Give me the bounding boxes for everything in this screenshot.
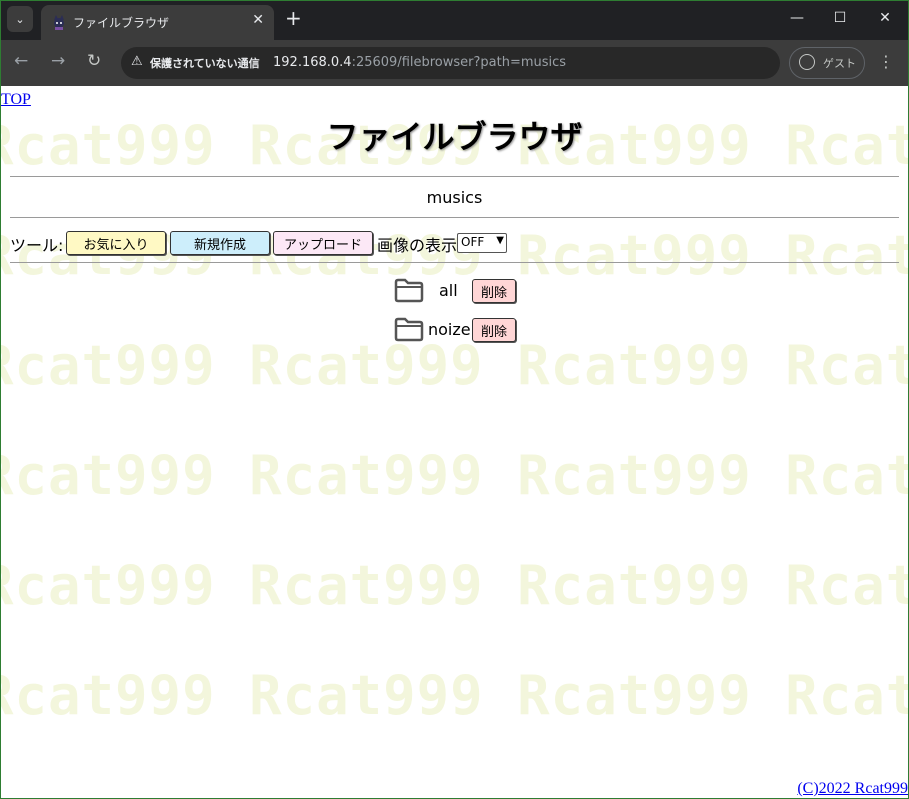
minimize-icon[interactable]: — [787,10,807,26]
profile-button[interactable]: ゲスト [789,47,865,79]
security-warning[interactable]: 保護されていない通信 [150,55,260,71]
delete-button[interactable]: 削除 [472,318,516,342]
address-bar[interactable]: ⚠ 保護されていない通信 192.168.0.4:25609/filebrows… [121,47,780,79]
image-display-label: 画像の表示 [377,236,458,255]
close-tab-icon[interactable]: ✕ [252,12,264,28]
back-icon[interactable]: ← [14,53,28,70]
watermark-row: Rcat999 Rcat999 Rcat999 Rcat999 Rcat999 [1,554,908,617]
close-window-icon[interactable]: ✕ [875,10,895,26]
divider [10,262,899,263]
folder-name[interactable]: noize [428,320,471,339]
folder-icon[interactable] [394,277,424,303]
cat-favicon-icon [54,15,64,30]
list-item: noize 削除 [394,316,524,344]
image-display-select[interactable]: OFF ▼ [457,233,507,253]
chevron-down-icon: ▼ [496,235,504,246]
browser-tab[interactable]: ファイルブラウザ ✕ [41,5,274,40]
profile-icon [799,54,815,70]
new-button[interactable]: 新規作成 [170,231,270,255]
forward-icon[interactable]: → [51,53,65,70]
watermark-row: Rcat999 Rcat999 Rcat999 Rcat999 Rcat999 [1,444,908,507]
warning-icon: ⚠ [131,54,143,69]
reload-icon[interactable]: ↻ [87,53,101,70]
title-bar: ⌄ ファイルブラウザ ✕ + — ☐ ✕ [0,0,909,40]
favorite-button[interactable]: お気に入り [66,231,166,255]
profile-label: ゲスト [823,57,856,70]
page-content: Rcat999 Rcat999 Rcat999 Rcat999 Rcat999 … [1,86,908,798]
tab-title: ファイルブラウザ [73,16,170,30]
browser-toolbar: ← → ↻ ⚠ 保護されていない通信 192.168.0.4:25609/fil… [0,40,909,86]
chevron-down-icon: ⌄ [15,12,25,26]
url-text[interactable]: 192.168.0.4:25609/filebrowser?path=music… [273,55,566,70]
url-path: :25609/filebrowser?path=musics [351,55,567,70]
new-tab-button[interactable]: + [285,8,302,28]
menu-icon[interactable]: ⋮ [878,52,894,71]
divider [10,176,899,177]
copyright-link[interactable]: (C)2022 Rcat999 [797,780,908,798]
folder-name[interactable]: all [439,281,458,300]
divider [10,217,899,218]
delete-button[interactable]: 削除 [472,279,516,303]
list-item: all 削除 [394,277,524,305]
image-display-value: OFF [461,235,485,249]
folder-icon[interactable] [394,316,424,342]
tools-label: ツール: [10,236,64,255]
maximize-icon[interactable]: ☐ [830,10,850,26]
top-link[interactable]: TOP [1,91,31,109]
watermark-row: Rcat999 Rcat999 Rcat999 Rcat999 Rcat999 [1,664,908,727]
tab-list-button[interactable]: ⌄ [7,6,33,32]
upload-button[interactable]: アップロード [273,231,373,255]
url-host: 192.168.0.4 [273,55,352,70]
page-title: ファイルブラウザ [326,118,583,156]
current-path: musics [426,188,483,207]
